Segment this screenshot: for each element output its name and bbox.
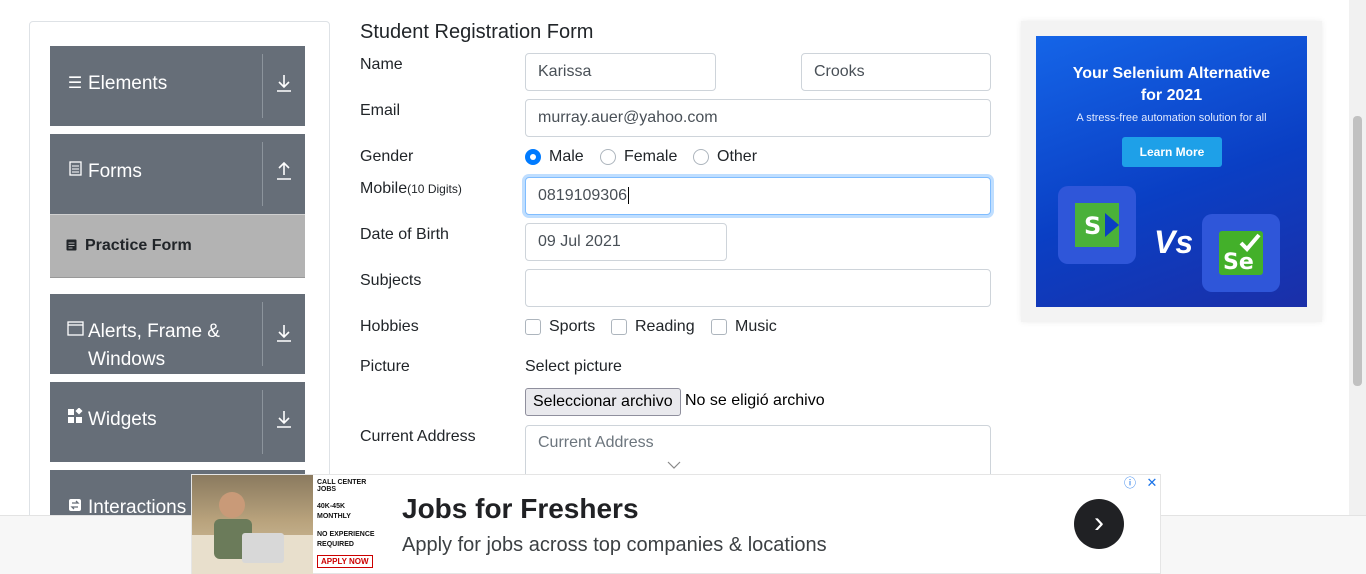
ad-side-text: REQUIRED — [317, 541, 354, 548]
radio-label: Female — [624, 148, 678, 165]
group-label: Alerts, Frame & Windows — [88, 318, 220, 374]
group-header: Forms — [66, 158, 142, 186]
form-icon — [66, 239, 77, 254]
picture-label: Picture — [360, 358, 410, 375]
mobile-hint: (10 Digits) — [407, 182, 462, 196]
choose-file-button[interactable]: Seleccionar archivo — [525, 388, 681, 416]
email-label: Email — [360, 102, 401, 119]
svg-text:Se: Se — [1223, 250, 1254, 275]
learn-more-button[interactable]: Learn More — [1122, 137, 1222, 167]
subjects-input[interactable] — [525, 269, 991, 307]
ad-headline-line-1: Your Selenium Alternative — [1072, 65, 1271, 82]
download-icon[interactable] — [263, 74, 305, 97]
mobile-input[interactable]: 0819109306 — [525, 177, 991, 215]
group-label-line-2: Windows — [88, 349, 166, 370]
sidebar-group-forms[interactable]: Forms — [50, 134, 305, 214]
ad-subtitle: Apply for jobs across top companies & lo… — [402, 534, 827, 556]
radio-indicator[interactable] — [600, 149, 616, 165]
versus-text: Vs — [1154, 224, 1194, 260]
ad-photo — [192, 475, 313, 574]
gender-radio-male[interactable]: Male — [525, 148, 584, 166]
ad-title: Jobs for Freshers — [402, 493, 639, 524]
select-picture-label: Select picture — [525, 358, 622, 375]
katalon-logo-tile: S — [1058, 186, 1136, 264]
sidebar-group-alerts[interactable]: Alerts, Frame & Windows — [50, 294, 305, 374]
mobile-value: 0819109306 — [538, 187, 627, 204]
practice-form-page: ☰ Elements Forms Practice Form Alerts, F… — [0, 0, 1366, 574]
ad-banner[interactable]: Your Selenium Alternative for 2021 A str… — [1036, 36, 1307, 307]
group-label: Elements — [88, 73, 168, 94]
last-name-input[interactable]: Crooks — [801, 53, 991, 91]
page-scrollbar[interactable] — [1349, 0, 1366, 515]
checkbox-label: Reading — [635, 318, 695, 335]
date-of-birth-input[interactable]: 09 Jul 2021 — [525, 223, 727, 261]
hobby-checkbox-reading[interactable]: Reading — [611, 318, 695, 336]
ad-subtitle: A stress-free automation solution for al… — [1076, 112, 1267, 124]
katalon-logo-icon: S — [1075, 203, 1119, 247]
group-header: ☰ Elements — [66, 70, 167, 98]
sidebar-item-label: Practice Form — [85, 237, 192, 254]
radio-label: Other — [717, 148, 758, 165]
group-header: Alerts, Frame & Windows — [66, 318, 220, 374]
ad-side-text: 40K-45K — [317, 503, 346, 510]
chevron-right-icon[interactable]: › — [1074, 499, 1124, 549]
ad-side-text: NO EXPERIENCE — [317, 531, 375, 538]
sidebar-group-widgets[interactable]: Widgets — [50, 382, 305, 462]
page-title: Student Registration Form — [360, 21, 594, 43]
dob-label: Date of Birth — [360, 226, 449, 243]
selenium-logo-icon: Se — [1219, 231, 1263, 275]
download-icon[interactable] — [263, 324, 305, 347]
upload-icon[interactable] — [263, 161, 305, 185]
group-label: Widgets — [88, 409, 157, 430]
checkbox-indicator[interactable] — [711, 319, 727, 335]
hobby-checkbox-music[interactable]: Music — [711, 318, 777, 336]
text-cursor — [627, 187, 629, 204]
sidebar-group-elements[interactable]: ☰ Elements — [50, 46, 305, 126]
sidebar-ad: Your Selenium Alternative for 2021 A str… — [1021, 21, 1322, 322]
name-label: Name — [360, 56, 403, 73]
sidebar-item-practice-form[interactable]: Practice Form — [50, 214, 305, 278]
first-name-input[interactable]: Karissa — [525, 53, 716, 91]
widgets-icon — [66, 406, 84, 434]
group-label: Forms — [88, 161, 142, 182]
download-icon[interactable] — [263, 410, 305, 433]
close-icon[interactable]: ✕ — [1144, 475, 1160, 491]
group-header: Widgets — [66, 406, 157, 434]
ad-job-details: CALL CENTER JOBS 40K-45K MONTHLY NO EXPE… — [315, 475, 381, 574]
subjects-label: Subjects — [360, 272, 422, 289]
hobby-checkbox-sports[interactable]: Sports — [525, 318, 595, 336]
gender-label: Gender — [360, 148, 414, 165]
person-image — [192, 492, 313, 574]
ad-side-text: MONTHLY — [317, 513, 351, 520]
ad-headline-line-2: for 2021 — [1140, 87, 1203, 104]
current-address-label: Current Address — [360, 428, 476, 445]
checkbox-indicator[interactable] — [611, 319, 627, 335]
radio-label: Male — [549, 148, 584, 165]
window-icon — [66, 318, 84, 346]
ad-side-text: CALL CENTER JOBS — [317, 479, 367, 493]
bottom-ad-banner[interactable]: CALL CENTER JOBS 40K-45K MONTHLY NO EXPE… — [191, 474, 1161, 574]
apply-now-button[interactable]: APPLY NOW — [317, 555, 373, 568]
mobile-label-text: Mobile — [360, 180, 408, 197]
radio-indicator[interactable] — [693, 149, 709, 165]
file-status: No se eligió archivo — [685, 392, 825, 409]
selenium-logo-tile: Se — [1202, 214, 1280, 292]
checkbox-label: Sports — [549, 318, 596, 335]
sidebar: ☰ Elements Forms Practice Form Alerts, F… — [29, 21, 330, 531]
document-icon — [66, 158, 84, 186]
gender-radio-female[interactable]: Female — [600, 148, 677, 166]
email-input[interactable]: murray.auer@yahoo.com — [525, 99, 991, 137]
mobile-label: Mobile(10 Digits) — [360, 180, 462, 198]
checkbox-label: Music — [735, 318, 777, 335]
group-label-line-1: Alerts, Frame & — [88, 321, 220, 342]
info-icon[interactable]: ⓘ — [1122, 475, 1138, 491]
scrollbar-thumb[interactable] — [1353, 116, 1362, 386]
hamburger-icon: ☰ — [67, 75, 83, 92]
chevron-down-icon — [667, 457, 681, 475]
svg-text:S: S — [1084, 212, 1101, 240]
checkbox-indicator[interactable] — [525, 319, 541, 335]
gender-radio-other[interactable]: Other — [693, 148, 757, 166]
hobbies-label: Hobbies — [360, 318, 419, 335]
radio-indicator[interactable] — [525, 149, 541, 165]
